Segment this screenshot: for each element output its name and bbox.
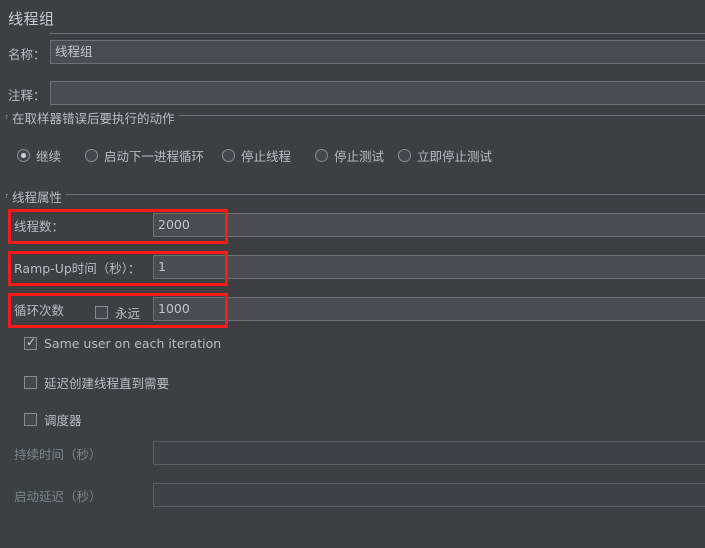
radio-icon	[17, 149, 30, 162]
threads-label: 线程数：	[14, 219, 65, 234]
checkbox-icon	[24, 413, 37, 426]
rampup-label: Ramp-Up时间（秒）：	[14, 261, 141, 276]
radio-continue[interactable]: 继续	[17, 146, 61, 165]
rampup-input[interactable]: 1	[153, 255, 705, 279]
checkbox-icon	[95, 306, 108, 319]
thread-properties-group-title: 线程属性	[8, 187, 67, 206]
page-title: 线程组	[8, 10, 55, 28]
radio-icon	[85, 149, 98, 162]
same-user-checkbox[interactable]: Same user on each iteration	[24, 335, 222, 351]
checkbox-icon	[24, 335, 37, 350]
name-label: 名称：	[8, 47, 46, 62]
scheduler-label: 调度器	[44, 413, 82, 428]
comment-label: 注释：	[8, 88, 46, 103]
loops-input[interactable]: 1000	[153, 297, 705, 321]
radio-icon	[222, 149, 235, 162]
forever-label: 永远	[115, 306, 141, 321]
thread-group-panel: 线程组 名称： 线程组 注释： 在取样器错误后要执行的动作 继续 启动下一进程循…	[0, 0, 705, 548]
radio-stop-test-label: 停止测试	[334, 149, 385, 164]
name-input[interactable]: 线程组	[50, 40, 705, 64]
radio-start-next-loop[interactable]: 启动下一进程循环	[85, 146, 204, 165]
duration-input	[153, 441, 705, 465]
delay-thread-creation-label: 延迟创建线程直到需要	[44, 376, 170, 391]
radio-continue-label: 继续	[36, 149, 62, 164]
radio-stop-thread[interactable]: 停止线程	[222, 146, 291, 165]
checkbox-icon	[24, 376, 37, 389]
radio-stop-test[interactable]: 停止测试	[315, 146, 384, 165]
startup-delay-label: 启动延迟（秒）	[14, 489, 102, 504]
radio-stop-thread-label: 停止线程	[241, 149, 292, 164]
thread-properties-group-line	[6, 194, 705, 195]
delay-thread-creation-checkbox[interactable]: 延迟创建线程直到需要	[24, 373, 169, 392]
startup-delay-input	[153, 483, 705, 507]
radio-stop-test-now-label: 立即停止测试	[417, 149, 493, 164]
forever-checkbox[interactable]: 永远	[95, 303, 140, 322]
error-action-group-title: 在取样器错误后要执行的动作	[8, 108, 179, 127]
scheduler-checkbox[interactable]: 调度器	[24, 410, 82, 429]
radio-stop-test-now[interactable]: 立即停止测试	[398, 146, 492, 165]
radio-icon	[398, 149, 411, 162]
comment-input[interactable]	[50, 81, 705, 105]
radio-start-next-loop-label: 启动下一进程循环	[104, 149, 205, 164]
title-divider	[50, 33, 705, 34]
duration-label: 持续时间（秒）	[14, 447, 102, 462]
loops-label: 循环次数	[14, 303, 65, 318]
radio-icon	[315, 149, 328, 162]
same-user-label: Same user on each iteration	[44, 336, 222, 351]
threads-input[interactable]: 2000	[153, 213, 705, 237]
